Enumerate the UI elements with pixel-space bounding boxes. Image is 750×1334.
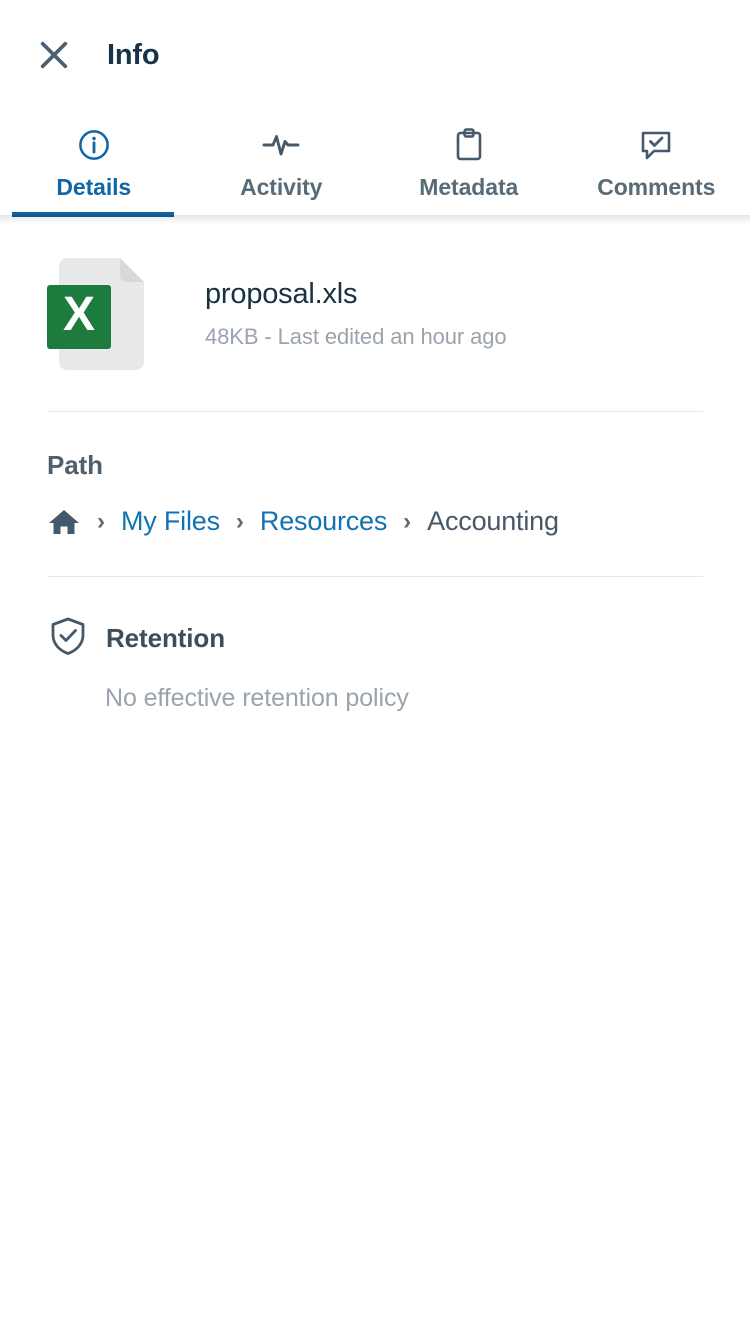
info-circle-icon: [77, 126, 111, 164]
retention-header: Retention: [47, 615, 703, 662]
tab-activity-label: Activity: [240, 174, 323, 200]
breadcrumb: › My Files › Resources › Accounting: [47, 506, 703, 576]
close-button[interactable]: [28, 29, 80, 81]
tab-details-label: Details: [56, 174, 132, 200]
comment-check-icon: [638, 126, 674, 164]
panel-header: Info: [0, 0, 750, 110]
tab-details[interactable]: Details: [0, 110, 188, 217]
breadcrumb-separator-2: ›: [235, 507, 244, 535]
breadcrumb-separator-1: ›: [97, 507, 105, 535]
file-summary: X proposal.xls 48KB - Last edited an hou…: [47, 215, 703, 411]
file-meta: 48KB - Last edited an hour ago: [205, 324, 507, 349]
shield-check-icon: [47, 615, 89, 662]
breadcrumb-item-resources[interactable]: Resources: [260, 506, 387, 537]
breadcrumb-item-my-files[interactable]: My Files: [121, 506, 220, 537]
path-title: Path: [47, 450, 103, 480]
home-icon: [49, 509, 79, 534]
tab-comments-label: Comments: [597, 174, 716, 200]
tab-bar: Details Activity Metadata Comments: [0, 110, 750, 224]
tab-metadata-label: Metadata: [419, 174, 519, 200]
path-section: Path › My Files › Resources › Accounting: [47, 412, 703, 576]
breadcrumb-item-accounting: Accounting: [427, 506, 559, 536]
close-icon: [40, 41, 68, 69]
tab-activity[interactable]: Activity: [188, 110, 376, 215]
excel-icon-letter: X: [63, 288, 95, 341]
breadcrumb-home-button[interactable]: [47, 507, 81, 537]
page-title: Info: [107, 38, 160, 71]
tab-comments[interactable]: Comments: [563, 110, 750, 215]
retention-subtitle: No effective retention policy: [105, 684, 409, 712]
info-panel: Info Details Activity Metadata Comments …: [0, 0, 750, 1334]
retention-section: Retention No effective retention policy: [47, 577, 703, 713]
tab-metadata[interactable]: Metadata: [375, 110, 563, 215]
active-tab-indicator: [12, 212, 174, 217]
excel-file-icon: X: [47, 255, 152, 373]
file-text-block: proposal.xls 48KB - Last edited an hour …: [205, 278, 507, 350]
retention-title: Retention: [106, 623, 225, 653]
clipboard-icon: [453, 126, 485, 164]
details-content: X proposal.xls 48KB - Last edited an hou…: [0, 215, 750, 713]
breadcrumb-separator-3: ›: [403, 507, 412, 535]
file-name: proposal.xls: [205, 278, 358, 310]
pulse-icon: [261, 126, 301, 164]
